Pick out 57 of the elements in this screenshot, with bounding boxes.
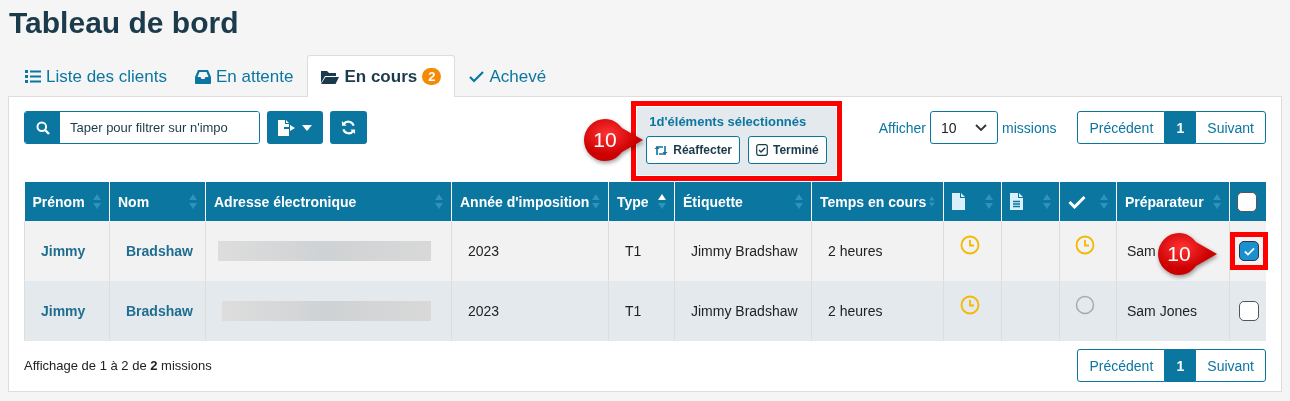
table-cell: 2 heures [828, 243, 883, 259]
page-title: Tableau de bord [8, 5, 240, 41]
action-button[interactable]: Terminé [748, 136, 827, 164]
check-icon [469, 70, 485, 83]
table-cell: Sam Jones [1127, 303, 1198, 319]
selection-count: 1d'éléments sélectionnés [648, 114, 808, 129]
first-name-link[interactable]: Jimmy [33, 243, 86, 259]
column-header[interactable] [952, 193, 993, 210]
column-header[interactable] [1010, 193, 1051, 210]
callout-badge: 10 [1157, 232, 1219, 278]
file-icon [952, 193, 965, 210]
action-button[interactable]: Réaffecter [646, 136, 740, 164]
table-cell: 2023 [468, 303, 500, 319]
export-button[interactable] [267, 111, 323, 144]
table-cell: Jimmy Bradshaw [691, 243, 798, 259]
row-checkbox[interactable] [1239, 301, 1259, 321]
check-icon [1243, 246, 1255, 256]
refresh-icon [341, 120, 356, 135]
tab[interactable]: En attente [180, 56, 308, 96]
tab[interactable]: Achevé [455, 56, 561, 96]
file-export-icon [278, 119, 296, 136]
previous-button[interactable]: Précédent [1077, 349, 1166, 382]
chevron-down-icon [975, 123, 987, 132]
row-checkbox[interactable] [1239, 241, 1259, 261]
entries-info: Affichage de 1 à 2 de 2 missions [24, 357, 212, 373]
select-all-checkbox[interactable] [1237, 191, 1257, 212]
search-field[interactable]: Taper pour filtrer sur n'impo [24, 111, 260, 144]
show-label: Afficher [878, 119, 926, 136]
checkbox-icon [756, 144, 768, 156]
page-button[interactable]: 1 [1165, 349, 1196, 382]
check-icon [1068, 194, 1086, 209]
list-icon [25, 70, 41, 83]
count-badge: 2 [422, 68, 442, 85]
table-cell: 2023 [468, 243, 500, 259]
document-icon [1010, 193, 1023, 210]
tab[interactable]: En cours 2 [307, 55, 456, 97]
next-button[interactable]: Suivant [1195, 349, 1266, 382]
previous-button[interactable]: Précédent [1077, 111, 1166, 144]
tab[interactable]: Liste des clients [11, 56, 181, 96]
missions-label: missions [1002, 119, 1057, 136]
inbox-icon [194, 69, 211, 84]
table-cell: T1 [625, 303, 642, 319]
table-cell: Jimmy Bradshaw [691, 303, 798, 319]
retweet-icon [654, 144, 669, 156]
column-header[interactable] [1068, 194, 1108, 209]
table-cell: T1 [625, 243, 642, 259]
next-button[interactable]: Suivant [1195, 111, 1266, 144]
folder-icon [321, 69, 340, 84]
refresh-button[interactable] [330, 111, 367, 144]
page-button[interactable]: 1 [1165, 111, 1196, 144]
table-cell: Sam [1127, 243, 1156, 259]
first-name-link[interactable]: Jimmy [33, 303, 86, 319]
table-cell: 2 heures [828, 303, 883, 319]
search-icon [35, 120, 50, 135]
callout-badge: 10 [583, 118, 645, 164]
caret-icon [302, 124, 312, 131]
page-size-dropdown[interactable]: 10 [930, 111, 998, 144]
